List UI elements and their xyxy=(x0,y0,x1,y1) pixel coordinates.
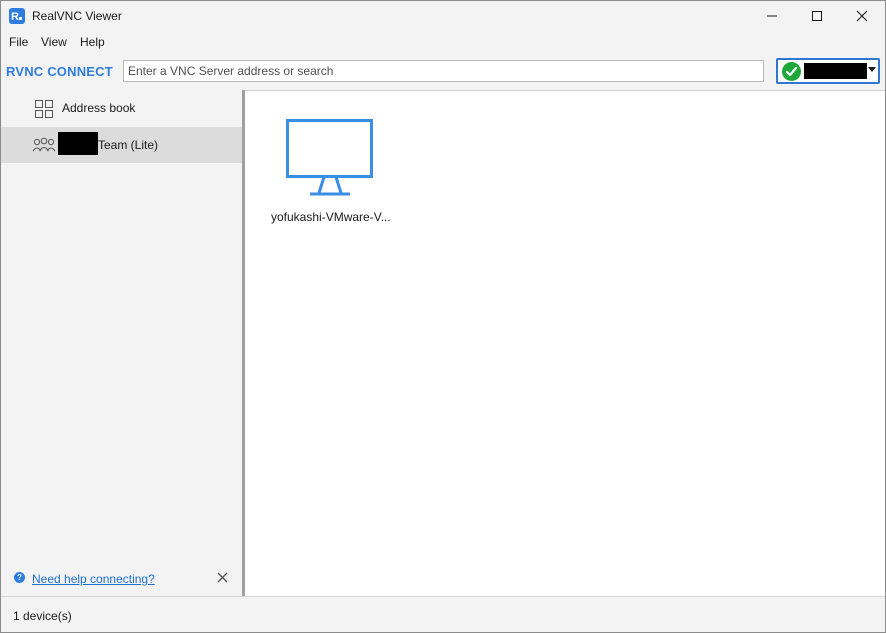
toolbar: RVNC CONNECT xyxy=(1,52,885,90)
realvnc-app-icon: R xyxy=(9,8,25,24)
realvnc-connect-logo: RVNC CONNECT xyxy=(6,64,113,79)
maximize-icon xyxy=(812,11,822,21)
close-button[interactable] xyxy=(839,1,885,31)
grid-icon xyxy=(35,100,53,118)
status-bar: 1 device(s) xyxy=(1,596,885,632)
sidebar: Address book Team (Lite) ? Need help con… xyxy=(1,90,242,596)
sidebar-item-address-book[interactable]: Address book xyxy=(1,90,242,126)
device-count: 1 device(s) xyxy=(13,609,72,623)
svg-text:R: R xyxy=(11,11,19,23)
app-window: R RealVNC Viewer File View Help RVNC CON… xyxy=(0,0,886,633)
redacted-account-name xyxy=(804,63,867,79)
device-name: yofukashi-VMware-V... xyxy=(271,210,391,224)
maximize-button[interactable] xyxy=(794,1,840,31)
device-item[interactable]: yofukashi-VMware-V... xyxy=(269,117,391,237)
sidebar-item-label: Team (Lite) xyxy=(98,138,159,152)
menu-file[interactable]: File xyxy=(9,35,28,49)
minimize-button[interactable] xyxy=(749,1,795,31)
monitor-icon xyxy=(286,119,373,196)
title-bar[interactable]: R RealVNC Viewer xyxy=(1,1,885,31)
redacted-team-name xyxy=(58,132,98,155)
help-bar: ? Need help connecting? xyxy=(1,562,242,596)
account-status-dropdown[interactable] xyxy=(776,58,880,84)
chevron-down-icon xyxy=(868,67,876,72)
devices-panel: yofukashi-VMware-V... xyxy=(245,90,885,596)
menu-help[interactable]: Help xyxy=(80,35,105,49)
menu-bar: File View Help xyxy=(1,32,885,52)
help-icon: ? xyxy=(14,572,25,583)
sidebar-item-label: Address book xyxy=(62,101,136,115)
menu-view[interactable]: View xyxy=(41,35,67,49)
team-icon xyxy=(32,137,56,152)
sidebar-item-team[interactable]: Team (Lite) xyxy=(1,127,242,163)
close-icon xyxy=(856,10,868,22)
minimize-icon xyxy=(767,15,777,17)
window-title: RealVNC Viewer xyxy=(32,9,122,23)
close-icon[interactable] xyxy=(217,572,228,583)
help-connecting-link[interactable]: Need help connecting? xyxy=(32,572,155,586)
search-input[interactable] xyxy=(123,60,764,82)
signed-in-check-icon xyxy=(782,62,801,81)
